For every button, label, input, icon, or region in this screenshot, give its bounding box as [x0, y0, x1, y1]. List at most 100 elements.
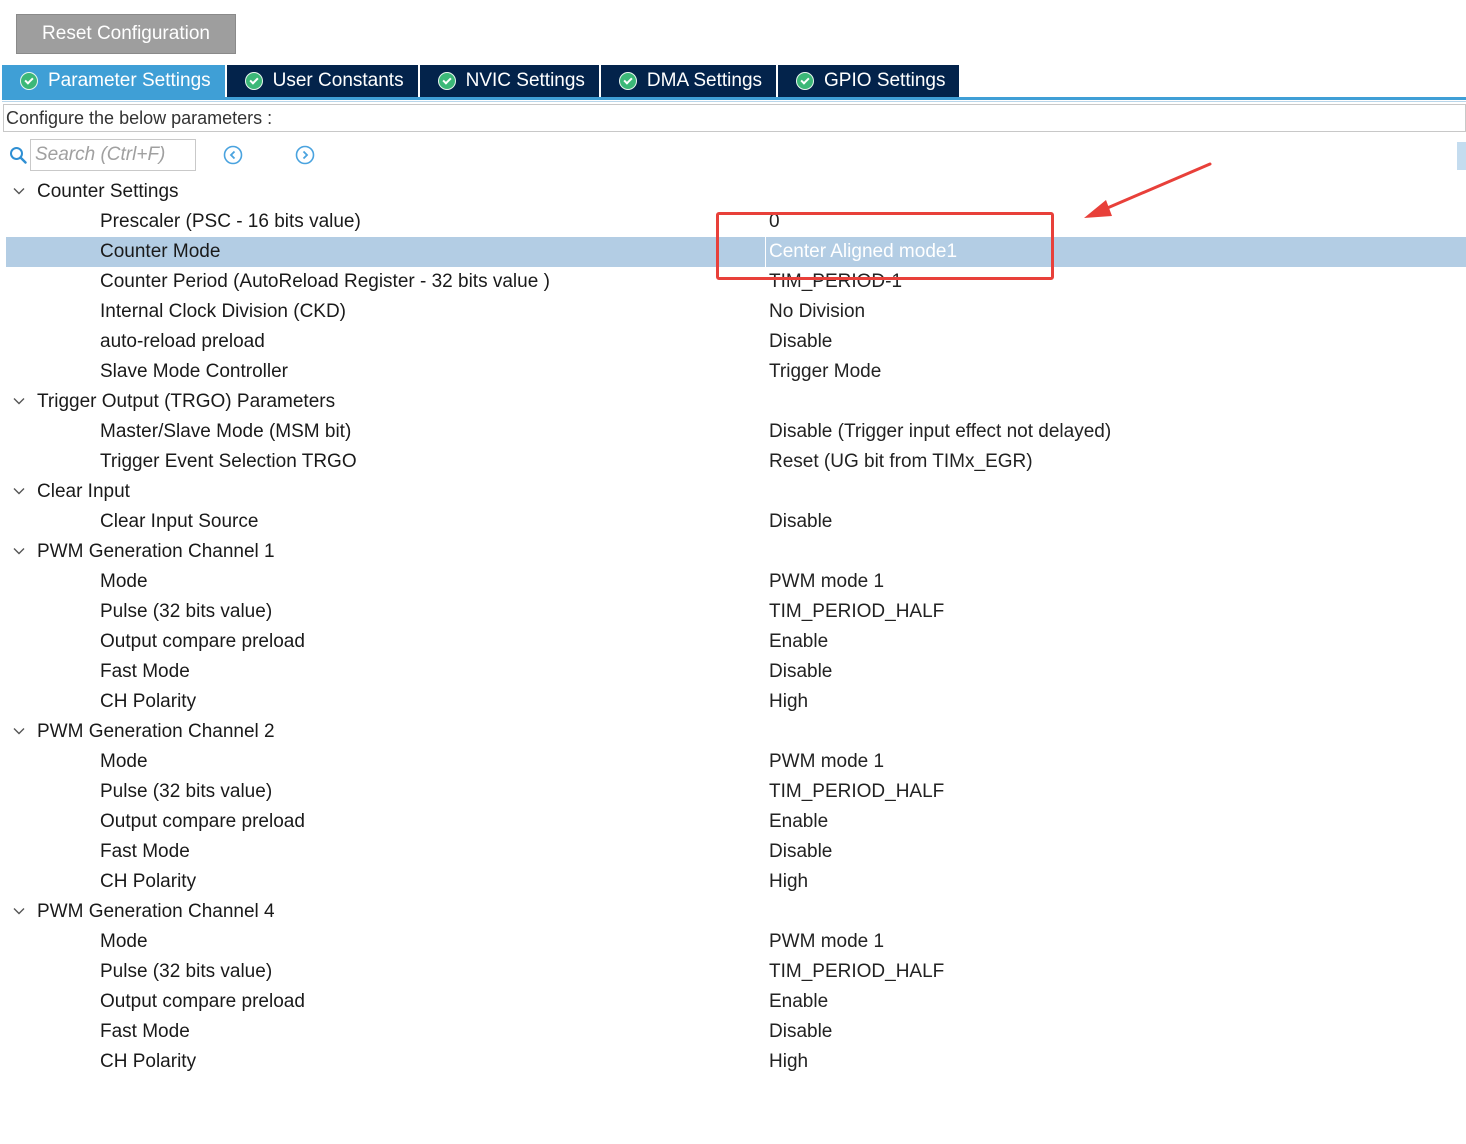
value-edit-cursor [765, 237, 766, 267]
parameter-label: Pulse (32 bits value) [100, 961, 273, 982]
chevron-down-icon[interactable] [12, 394, 26, 408]
parameter-row[interactable]: CH Polarity High [6, 687, 1466, 717]
tab-user-constants[interactable]: User Constants [226, 65, 420, 97]
parameter-value[interactable]: TIM_PERIOD_HALF [769, 601, 944, 623]
group-row[interactable]: Trigger Output (TRGO) Parameters [6, 387, 1466, 417]
prev-icon[interactable] [223, 145, 243, 165]
parameter-value[interactable]: PWM mode 1 [769, 931, 884, 953]
parameter-label: Prescaler (PSC - 16 bits value) [100, 211, 361, 232]
parameter-row[interactable]: Mode PWM mode 1 [6, 927, 1466, 957]
parameter-label: Fast Mode [100, 841, 190, 862]
parameter-row[interactable]: Pulse (32 bits value) TIM_PERIOD_HALF [6, 597, 1466, 627]
group-row[interactable]: PWM Generation Channel 2 [6, 717, 1466, 747]
parameter-row[interactable]: Counter Mode Center Aligned mode1 [6, 237, 1466, 267]
parameter-value[interactable]: No Division [769, 301, 865, 323]
group-row[interactable]: PWM Generation Channel 4 [6, 897, 1466, 927]
group-label: Clear Input [37, 481, 130, 502]
group-row[interactable]: Clear Input [6, 477, 1466, 507]
parameter-value[interactable]: Reset (UG bit from TIMx_EGR) [769, 451, 1033, 473]
parameter-value[interactable]: PWM mode 1 [769, 751, 884, 773]
group-label: PWM Generation Channel 2 [37, 721, 275, 742]
parameter-row[interactable]: Output compare preload Enable [6, 807, 1466, 837]
parameter-label: Master/Slave Mode (MSM bit) [100, 421, 352, 442]
parameter-value[interactable]: Enable [769, 631, 828, 653]
parameter-row[interactable]: Trigger Event Selection TRGO Reset (UG bi… [6, 447, 1466, 477]
parameter-row[interactable]: auto-reload preload Disable [6, 327, 1466, 357]
chevron-down-icon[interactable] [12, 484, 26, 498]
parameter-row[interactable]: Pulse (32 bits value) TIM_PERIOD_HALF [6, 777, 1466, 807]
parameter-label: auto-reload preload [100, 331, 265, 352]
parameter-label: Output compare preload [100, 991, 305, 1012]
parameter-row[interactable]: Internal Clock Division (CKD) No Division [6, 297, 1466, 327]
check-icon [20, 72, 38, 90]
parameter-label: Mode [100, 571, 148, 592]
parameter-row[interactable]: Fast Mode Disable [6, 657, 1466, 687]
tab-dma-settings[interactable]: DMA Settings [600, 65, 779, 97]
parameter-value[interactable]: Center Aligned mode1 [769, 241, 957, 263]
parameter-value[interactable]: Enable [769, 991, 828, 1013]
next-icon[interactable] [295, 145, 315, 165]
group-label: PWM Generation Channel 1 [37, 541, 275, 562]
tab-parameter-settings[interactable]: Parameter Settings [2, 65, 227, 97]
chevron-down-icon[interactable] [12, 724, 26, 738]
parameter-row[interactable]: Mode PWM mode 1 [6, 747, 1466, 777]
parameter-value[interactable]: PWM mode 1 [769, 571, 884, 593]
parameter-value[interactable]: Trigger Mode [769, 361, 881, 383]
tab-gpio-settings[interactable]: GPIO Settings [778, 65, 962, 97]
configure-parameters-label: Configure the below parameters : [3, 104, 1466, 132]
parameter-row[interactable]: Fast Mode Disable [6, 837, 1466, 867]
group-row[interactable]: PWM Generation Channel 1 [6, 537, 1466, 567]
parameter-label: Counter Period (AutoReload Register - 32… [100, 271, 550, 292]
parameter-label: Fast Mode [100, 1021, 190, 1042]
chevron-down-icon[interactable] [12, 184, 26, 198]
parameter-row[interactable]: Fast Mode Disable [6, 1017, 1466, 1047]
parameter-value[interactable]: 0 [769, 211, 780, 233]
tab-label: GPIO Settings [824, 70, 946, 91]
parameter-row[interactable]: CH Polarity High [6, 867, 1466, 897]
parameter-label: Trigger Event Selection TRGO [100, 451, 357, 472]
scrollbar-thumb[interactable] [1457, 142, 1466, 170]
parameter-label: CH Polarity [100, 691, 197, 712]
parameter-value[interactable]: TIM_PERIOD-1 [769, 271, 902, 293]
reset-configuration-button[interactable]: Reset Configuration [16, 14, 236, 54]
parameter-value[interactable]: High [769, 871, 808, 893]
parameter-row[interactable]: Clear Input Source Disable [6, 507, 1466, 537]
parameter-value[interactable]: Disable [769, 841, 832, 863]
parameter-value[interactable]: High [769, 691, 808, 713]
check-icon [437, 72, 456, 90]
parameter-row[interactable]: Slave Mode Controller Trigger Mode [6, 357, 1466, 387]
parameter-row[interactable]: CH Polarity High [6, 1047, 1466, 1077]
tab-bar: Parameter Settings User Constants NVIC S… [2, 65, 962, 97]
parameter-row[interactable]: Master/Slave Mode (MSM bit) Disable (Trig… [6, 417, 1466, 447]
parameter-value[interactable]: Disable [769, 511, 832, 533]
parameter-value[interactable]: Disable (Trigger input effect not delaye… [769, 421, 1111, 443]
search-icon[interactable] [9, 146, 27, 164]
parameter-value[interactable]: Disable [769, 331, 832, 353]
chevron-down-icon[interactable] [12, 544, 26, 558]
parameter-value[interactable]: Disable [769, 1021, 832, 1043]
parameter-label: Output compare preload [100, 811, 305, 832]
parameter-row[interactable]: Pulse (32 bits value) TIM_PERIOD_HALF [6, 957, 1466, 987]
parameter-label: Output compare preload [100, 631, 305, 652]
parameter-row[interactable]: Output compare preload Enable [6, 627, 1466, 657]
parameter-value[interactable]: Enable [769, 811, 828, 833]
tab-label: DMA Settings [646, 70, 763, 91]
parameter-value[interactable]: TIM_PERIOD_HALF [769, 781, 944, 803]
tab-nvic-settings[interactable]: NVIC Settings [419, 65, 601, 97]
parameter-row[interactable]: Output compare preload Enable [6, 987, 1466, 1017]
parameter-label: Slave Mode Controller [100, 361, 288, 382]
parameter-value[interactable]: TIM_PERIOD_HALF [769, 961, 944, 983]
parameter-label: Mode [100, 931, 148, 952]
search-input[interactable] [30, 139, 196, 171]
parameter-value[interactable]: High [769, 1051, 808, 1073]
parameter-row[interactable]: Prescaler (PSC - 16 bits value) 0 [6, 207, 1466, 237]
parameter-row[interactable]: Mode PWM mode 1 [6, 567, 1466, 597]
parameter-value[interactable]: Disable [769, 661, 832, 683]
chevron-down-icon[interactable] [12, 904, 26, 918]
tab-label: Parameter Settings [48, 70, 211, 91]
check-icon [618, 72, 637, 90]
parameter-label: Mode [100, 751, 148, 772]
parameter-row[interactable]: Counter Period (AutoReload Register - 32… [6, 267, 1466, 297]
group-label: Trigger Output (TRGO) Parameters [37, 391, 336, 412]
group-row[interactable]: Counter Settings [6, 177, 1466, 207]
